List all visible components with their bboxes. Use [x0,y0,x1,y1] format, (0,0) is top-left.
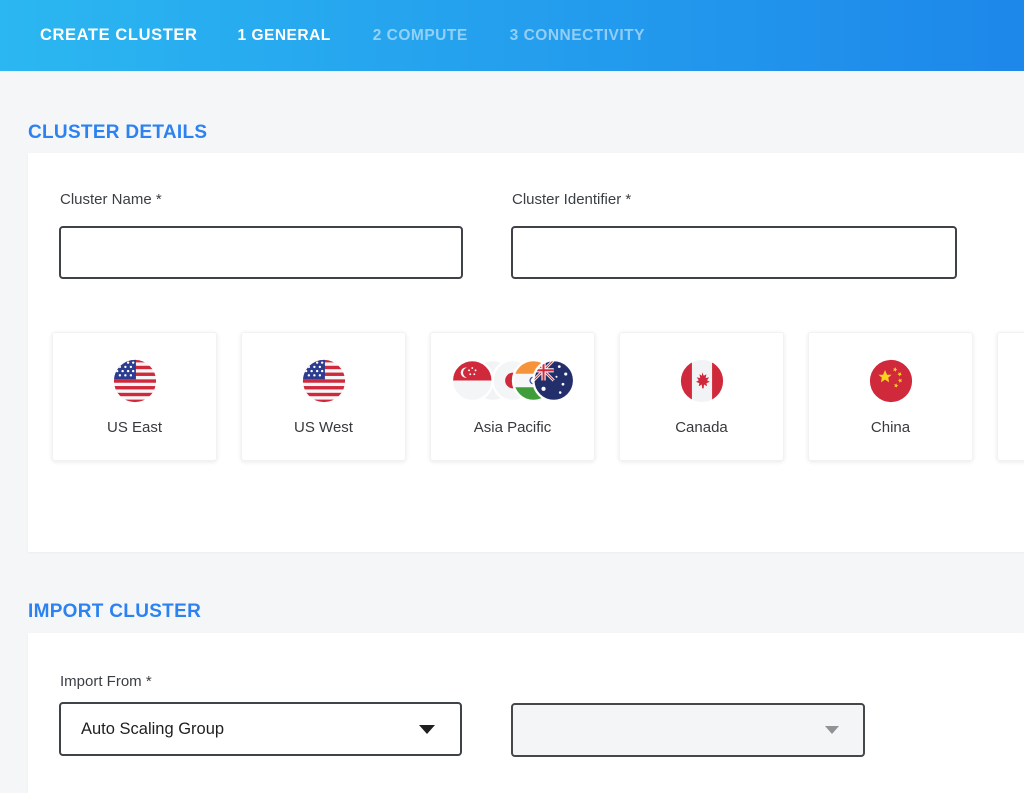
region-card-partial[interactable] [997,332,1024,461]
cluster-identifier-label: Cluster Identifier * [512,191,631,208]
tab-general[interactable]: 1 GENERAL [238,27,331,45]
region-label: Asia Pacific [474,419,552,436]
import-source-select[interactable] [511,703,865,757]
dropdown-caret-icon [419,725,435,734]
cluster-details-heading: CLUSTER DETAILS [28,122,207,144]
region-label: US East [107,419,162,436]
region-label: China [871,419,910,436]
cluster-name-input[interactable] [59,226,463,279]
region-card-us-west[interactable]: US West [241,332,406,461]
region-card-us-east[interactable]: US East [52,332,217,461]
page-title: CREATE CLUSTER [40,26,198,45]
region-selector: US East [52,332,1024,461]
region-label: Canada [675,419,728,436]
cluster-name-label: Cluster Name * [60,191,162,208]
import-from-select[interactable]: Auto Scaling Group [59,702,462,756]
region-card-china[interactable]: China [808,332,973,461]
china-flag-icon [869,358,913,403]
region-card-canada[interactable]: Canada [619,332,784,461]
asia-pacific-flags-icon [451,358,575,403]
tab-compute[interactable]: 2 COMPUTE [373,27,468,45]
tab-connectivity[interactable]: 3 CONNECTIVITY [510,27,645,45]
wizard-header: CREATE CLUSTER 1 GENERAL 2 COMPUTE 3 CON… [0,0,1024,71]
create-cluster-page: CREATE CLUSTER 1 GENERAL 2 COMPUTE 3 CON… [0,0,1024,793]
cluster-identifier-input[interactable] [511,226,957,279]
region-card-asia-pacific[interactable]: Asia Pacific [430,332,595,461]
us-flag-icon [302,358,346,403]
import-cluster-heading: IMPORT CLUSTER [28,601,201,623]
canada-flag-icon [680,358,724,403]
region-label: US West [294,419,353,436]
us-flag-icon [113,358,157,403]
cluster-details-card: Cluster Name * Cluster Identifier * [28,153,1024,552]
import-from-label: Import From * [60,673,152,690]
dropdown-caret-icon [825,726,839,734]
import-from-value: Auto Scaling Group [61,720,419,739]
import-cluster-card: Import From * Auto Scaling Group [28,633,1024,793]
